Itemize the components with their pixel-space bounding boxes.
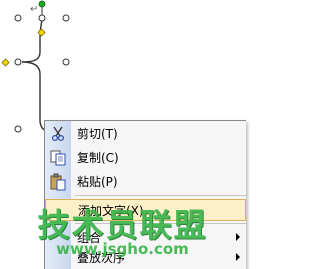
paste-icon <box>49 173 67 191</box>
menu-item-paste[interactable]: 粘贴(P) <box>45 171 246 193</box>
menu-item-label: 剪切(T) <box>77 127 118 141</box>
menu-item-copy[interactable]: 复制(C) <box>45 147 246 169</box>
brace-curve <box>21 17 49 133</box>
adjust-handle-left[interactable] <box>1 58 10 67</box>
scissors-icon <box>49 125 67 143</box>
sizing-handle-ml[interactable] <box>14 58 22 66</box>
watermark-url: www.jsgho.com <box>56 240 189 258</box>
pilcrow-mark: ↵ <box>30 4 39 15</box>
rotation-handle[interactable] <box>38 0 46 8</box>
menu-item-label: 复制(C) <box>77 151 119 165</box>
menu-item-label: 粘贴(P) <box>77 175 118 189</box>
menu-item-cut[interactable]: 剪切(T) <box>45 123 246 145</box>
menu-separator <box>75 195 246 196</box>
copy-icon <box>49 149 67 167</box>
sizing-handle-tc[interactable] <box>38 14 46 22</box>
sizing-handle-tl[interactable] <box>14 14 22 22</box>
sizing-handle-tr[interactable] <box>62 14 70 22</box>
adjust-handle-top[interactable] <box>37 28 46 37</box>
sizing-handle-bl[interactable] <box>14 125 22 133</box>
sizing-handle-mr[interactable] <box>62 58 70 66</box>
